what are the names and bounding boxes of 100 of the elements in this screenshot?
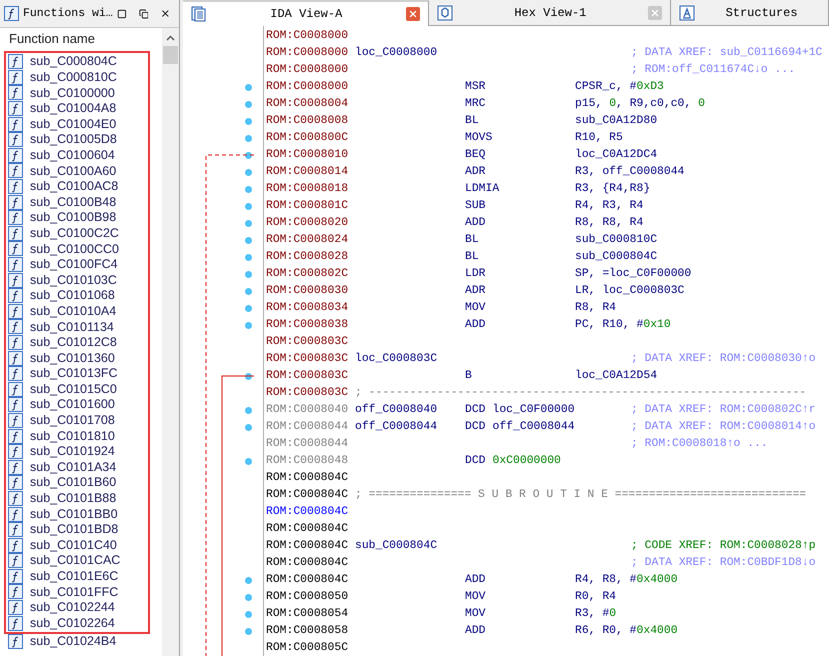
scroll-up-icon[interactable]	[166, 35, 175, 41]
mnemonic-text: MSR	[465, 80, 486, 95]
function-row[interactable]: sub_C0101924	[8, 444, 148, 460]
address-text: ROM:C0008020	[266, 216, 350, 231]
function-row[interactable]: sub_C0100B48	[8, 194, 148, 210]
mnemonic-text: BL	[465, 232, 479, 248]
function-row[interactable]: sub_C0101FFC	[8, 584, 148, 600]
function-icon	[8, 475, 23, 490]
tab[interactable]: Hex View-1	[428, 0, 672, 26]
function-icon	[8, 350, 23, 366]
address-text: ROM:C000804C	[266, 470, 350, 486]
mnemonic-text: ADR	[465, 284, 486, 299]
address-text: ROM:C000801C	[266, 198, 350, 214]
function-row[interactable]: sub_C0100FC4	[8, 256, 148, 272]
address-text: ROM:C0008000	[266, 46, 350, 61]
function-row[interactable]: sub_C0101BD8	[8, 522, 148, 538]
function-icon	[8, 568, 23, 584]
function-row[interactable]: sub_C0100604	[8, 148, 148, 164]
function-icon	[8, 584, 23, 600]
address-text: ROM:C0008050	[266, 590, 350, 605]
comment-text: ; ROM:C0008018↑o ...	[631, 436, 768, 452]
address-text: ROM:C0008058	[266, 624, 350, 639]
function-icon	[8, 616, 23, 631]
mnemonic-text: MOV	[465, 300, 486, 316]
function-row[interactable]: sub_C0100C2C	[8, 226, 148, 242]
function-row[interactable]: sub_C010103C	[8, 272, 148, 288]
tab[interactable]: Structures	[671, 0, 829, 26]
address-text: ROM:C0008024	[266, 232, 350, 248]
function-row[interactable]: sub_C0101068	[8, 288, 148, 304]
function-icon	[8, 553, 23, 568]
operand-text: R3, #0	[575, 606, 616, 622]
address-text: ROM:C000804C	[266, 504, 350, 520]
function-icon	[8, 288, 23, 304]
operand-text: R8, R8, R4	[575, 216, 644, 231]
comment-text: ; DATA XREF: ROM:C0008014↑o	[631, 420, 816, 435]
function-row[interactable]: sub_C0102244	[8, 600, 148, 616]
function-row[interactable]: sub_C01015C0	[8, 381, 148, 398]
function-row[interactable]: sub_C0100B98	[8, 210, 148, 226]
operand-text: PC, R10, #0x10	[575, 318, 671, 333]
function-row[interactable]: sub_C0101C40	[8, 537, 148, 553]
function-row[interactable]: sub_C0101B88	[8, 490, 148, 506]
operand-text: R8, R4	[575, 300, 616, 316]
function-icon	[8, 241, 23, 256]
function-icon	[8, 116, 23, 132]
address-text: ROM:C0008044	[266, 436, 350, 452]
address-text: ROM:C0008000	[266, 28, 350, 44]
column-header[interactable]: Function name	[0, 28, 162, 50]
mnemonic-text: LDMIA	[465, 182, 500, 197]
mnemonic-text: BL	[465, 250, 479, 265]
function-icon	[8, 412, 23, 428]
label-text: loc_C0008000	[355, 46, 438, 61]
operand-text: R6, R0, #0x4000	[575, 624, 678, 639]
function-row[interactable]: sub_C01004E0	[8, 116, 148, 132]
function-row[interactable]: sub_C0102264	[8, 615, 148, 631]
function-row[interactable]: sub_C0100A60	[8, 163, 148, 179]
mnemonic-text: DCD	[465, 402, 486, 418]
scrollbar[interactable]	[162, 28, 179, 656]
function-icon	[8, 179, 23, 194]
function-row[interactable]: sub_C0100000	[8, 85, 148, 101]
function-row[interactable]: sub_C01013FC	[8, 366, 148, 382]
operand-text: loc_C0A12DC4	[575, 148, 658, 163]
function-row[interactable]: sub_C0101360	[8, 350, 148, 366]
function-row[interactable]: sub_C0101134	[8, 319, 148, 335]
operand-text: R3, off_C0008044	[575, 164, 684, 180]
label-text: off_C0008040	[355, 402, 438, 418]
function-row[interactable]: sub_C01004A8	[8, 100, 148, 116]
scrollbar-thumb[interactable]	[163, 46, 178, 64]
maximize-icon[interactable]	[116, 8, 127, 20]
function-row[interactable]: sub_C0101BB0	[8, 506, 148, 522]
operand-text: 0xC0000000	[492, 454, 561, 469]
function-icon	[8, 397, 23, 412]
mnemonic-text: ADR	[465, 164, 486, 180]
function-icon	[8, 54, 23, 70]
function-row[interactable]: sub_C0100AC8	[8, 178, 148, 194]
function-row[interactable]: sub_C01024B4	[4, 634, 162, 650]
address-text: ROM:C000800C	[266, 130, 350, 146]
function-row[interactable]: sub_C0101CAC	[8, 553, 148, 569]
tab[interactable]: IDA View-A	[183, 0, 429, 26]
address-text: ROM:C000804C	[266, 488, 350, 503]
function-row[interactable]: sub_C01010A4	[8, 304, 148, 320]
function-row[interactable]: sub_C0101B60	[8, 475, 148, 491]
address-text: ROM:C0008044	[266, 420, 350, 435]
restore-icon[interactable]	[138, 8, 148, 20]
function-row[interactable]: sub_C0101E6C	[8, 568, 148, 584]
function-icon	[8, 85, 23, 100]
function-row[interactable]: sub_C0100CC0	[8, 241, 148, 257]
mnemonic-text: MOV	[465, 590, 486, 605]
function-row[interactable]: sub_C0101600	[8, 397, 148, 413]
function-row[interactable]: sub_C0101708	[8, 412, 148, 428]
function-icon	[8, 428, 23, 444]
function-row[interactable]: sub_C0101A34	[8, 459, 148, 476]
separator-text: ; ----------------------------------------------------------------	[355, 386, 806, 401]
function-row[interactable]: sub_C01005D8	[8, 132, 148, 148]
function-icon	[8, 163, 23, 178]
function-row[interactable]: sub_C000810C	[8, 70, 148, 86]
address-text: ROM:C000804C	[266, 538, 350, 554]
function-icon	[8, 101, 23, 116]
function-row[interactable]: sub_C01012C8	[8, 334, 148, 350]
function-row[interactable]: sub_C000804C	[8, 54, 148, 70]
function-row[interactable]: sub_C0101810	[8, 428, 148, 444]
